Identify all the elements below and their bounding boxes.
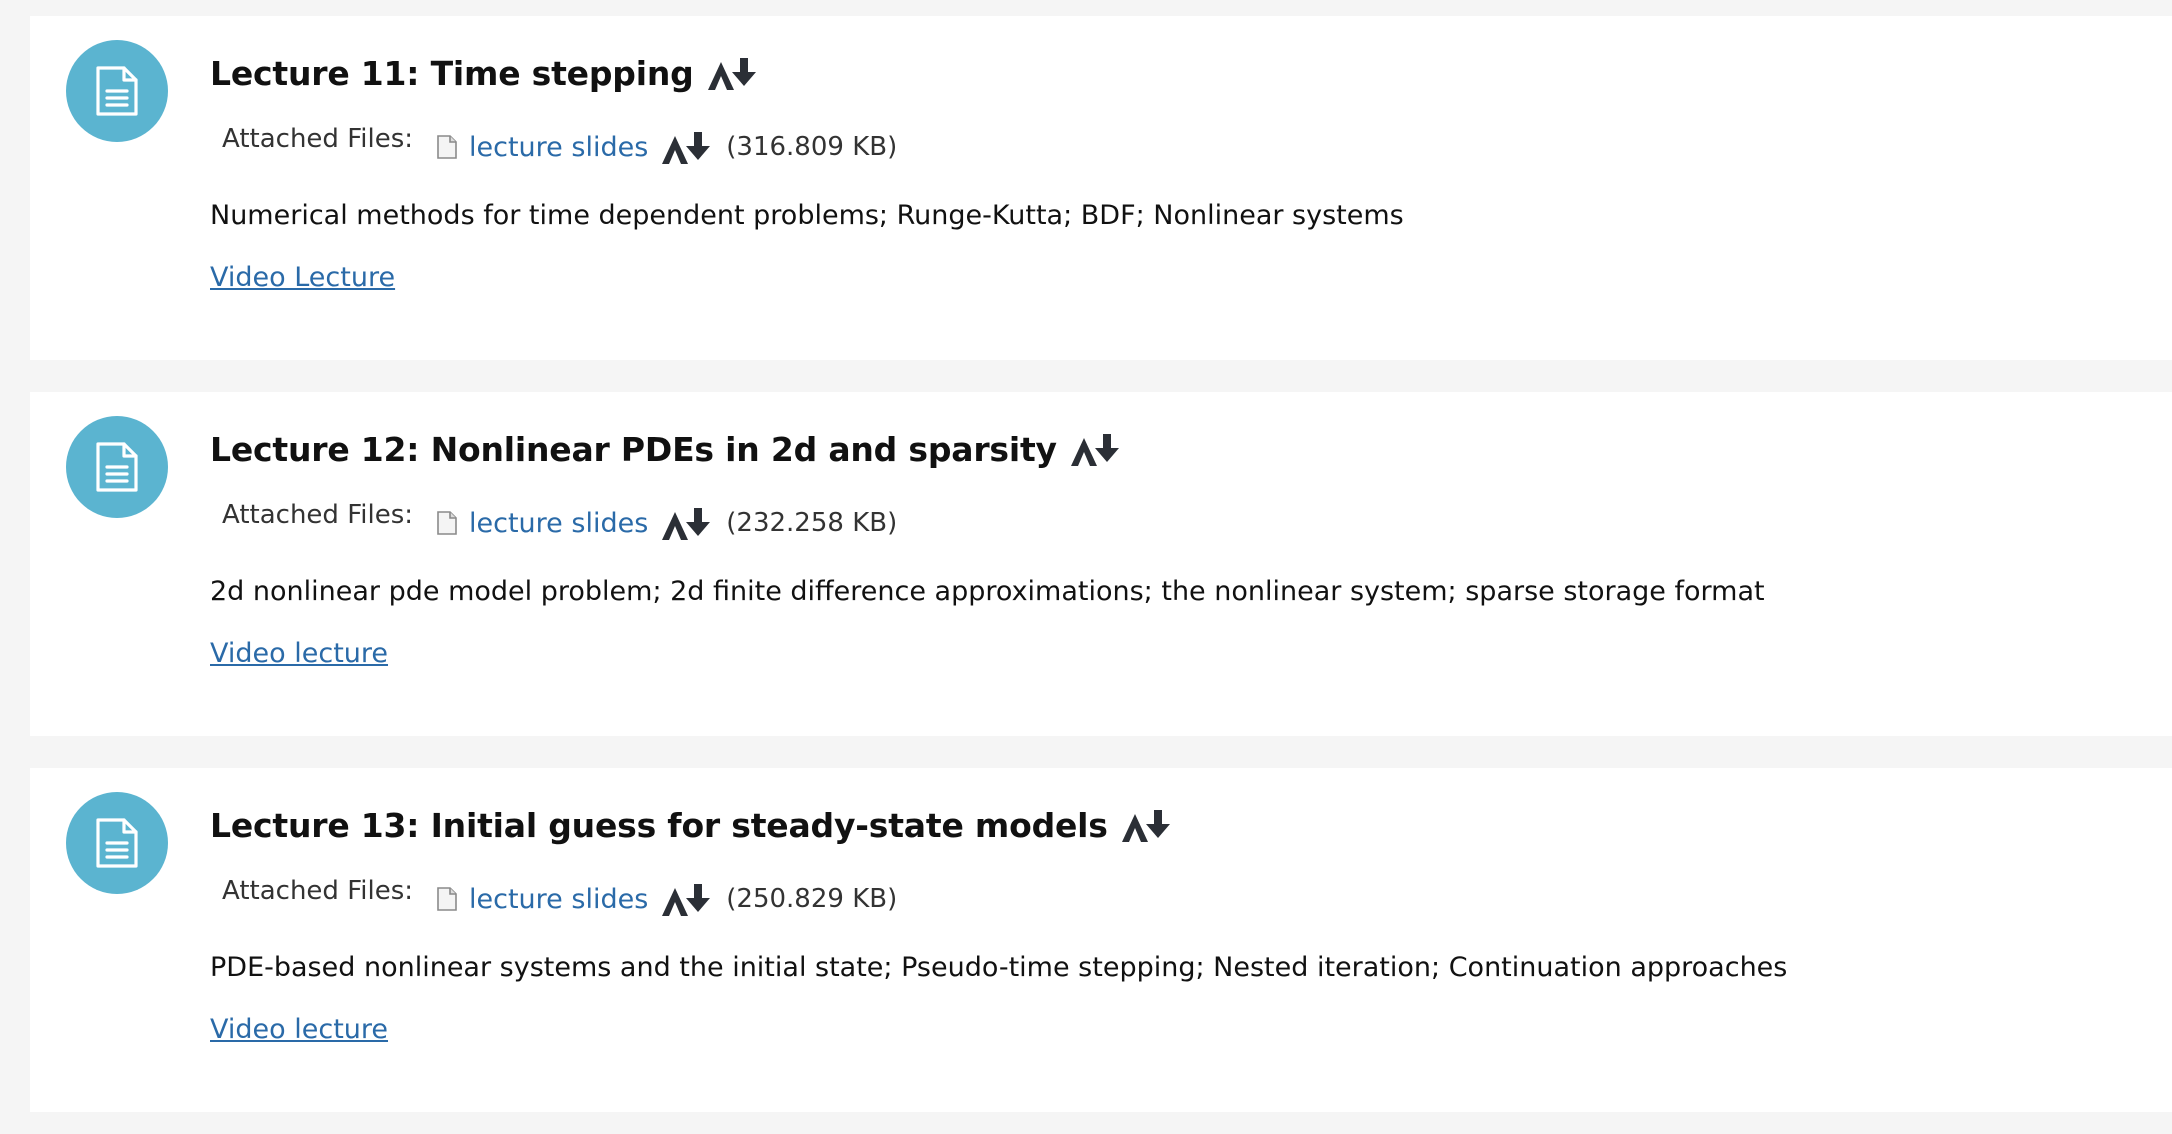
accessibility-download-icon[interactable] xyxy=(660,882,712,916)
file-icon xyxy=(435,886,459,912)
lecture-slides-link[interactable]: lecture slides xyxy=(469,884,648,915)
accessibility-download-icon[interactable] xyxy=(660,130,712,164)
lecture-title[interactable]: Lecture 11: Time stepping xyxy=(210,54,694,93)
lecture-item: Lecture 11: Time stepping Attached Files… xyxy=(30,16,2172,360)
lecture-item: Lecture 13: Initial guess for steady-sta… xyxy=(30,768,2172,1112)
lecture-description: 2d nonlinear pde model problem; 2d finit… xyxy=(210,576,1765,607)
attached-files: Attached Files: lecture slides (232.258 … xyxy=(222,500,898,540)
lecture-title[interactable]: Lecture 13: Initial guess for steady-sta… xyxy=(210,806,1108,845)
lecture-title-row: Lecture 12: Nonlinear PDEs in 2d and spa… xyxy=(210,430,1121,469)
accessibility-download-icon[interactable] xyxy=(1069,432,1121,468)
document-icon xyxy=(66,792,168,894)
video-lecture-link[interactable]: Video lecture xyxy=(210,638,388,669)
accessibility-download-icon[interactable] xyxy=(660,506,712,540)
attached-files-label: Attached Files: xyxy=(222,124,414,154)
file-size: (232.258 KB) xyxy=(726,508,898,538)
file-size: (316.809 KB) xyxy=(726,132,898,162)
lecture-title-row: Lecture 11: Time stepping xyxy=(210,54,758,93)
document-icon xyxy=(66,416,168,518)
file-size: (250.829 KB) xyxy=(726,884,898,914)
file-icon xyxy=(435,510,459,536)
video-lecture-link[interactable]: Video Lecture xyxy=(210,262,395,293)
video-lecture-link[interactable]: Video lecture xyxy=(210,1014,388,1045)
file-icon xyxy=(435,134,459,160)
lecture-slides-link[interactable]: lecture slides xyxy=(469,132,648,163)
lecture-item: Lecture 12: Nonlinear PDEs in 2d and spa… xyxy=(30,392,2172,736)
attached-files: Attached Files: lecture slides (316.809 … xyxy=(222,124,898,164)
attached-files: Attached Files: lecture slides (250.829 … xyxy=(222,876,898,916)
lecture-title-row: Lecture 13: Initial guess for steady-sta… xyxy=(210,806,1172,845)
attached-files-label: Attached Files: xyxy=(222,500,414,530)
lecture-description: PDE-based nonlinear systems and the init… xyxy=(210,952,1788,983)
lecture-title[interactable]: Lecture 12: Nonlinear PDEs in 2d and spa… xyxy=(210,430,1057,469)
lecture-description: Numerical methods for time dependent pro… xyxy=(210,200,1404,231)
attached-files-label: Attached Files: xyxy=(222,876,414,906)
accessibility-download-icon[interactable] xyxy=(1120,808,1172,844)
lecture-slides-link[interactable]: lecture slides xyxy=(469,508,648,539)
document-icon xyxy=(66,40,168,142)
lecture-content-list: Lecture 11: Time stepping Attached Files… xyxy=(0,0,2172,1134)
accessibility-download-icon[interactable] xyxy=(706,56,758,92)
